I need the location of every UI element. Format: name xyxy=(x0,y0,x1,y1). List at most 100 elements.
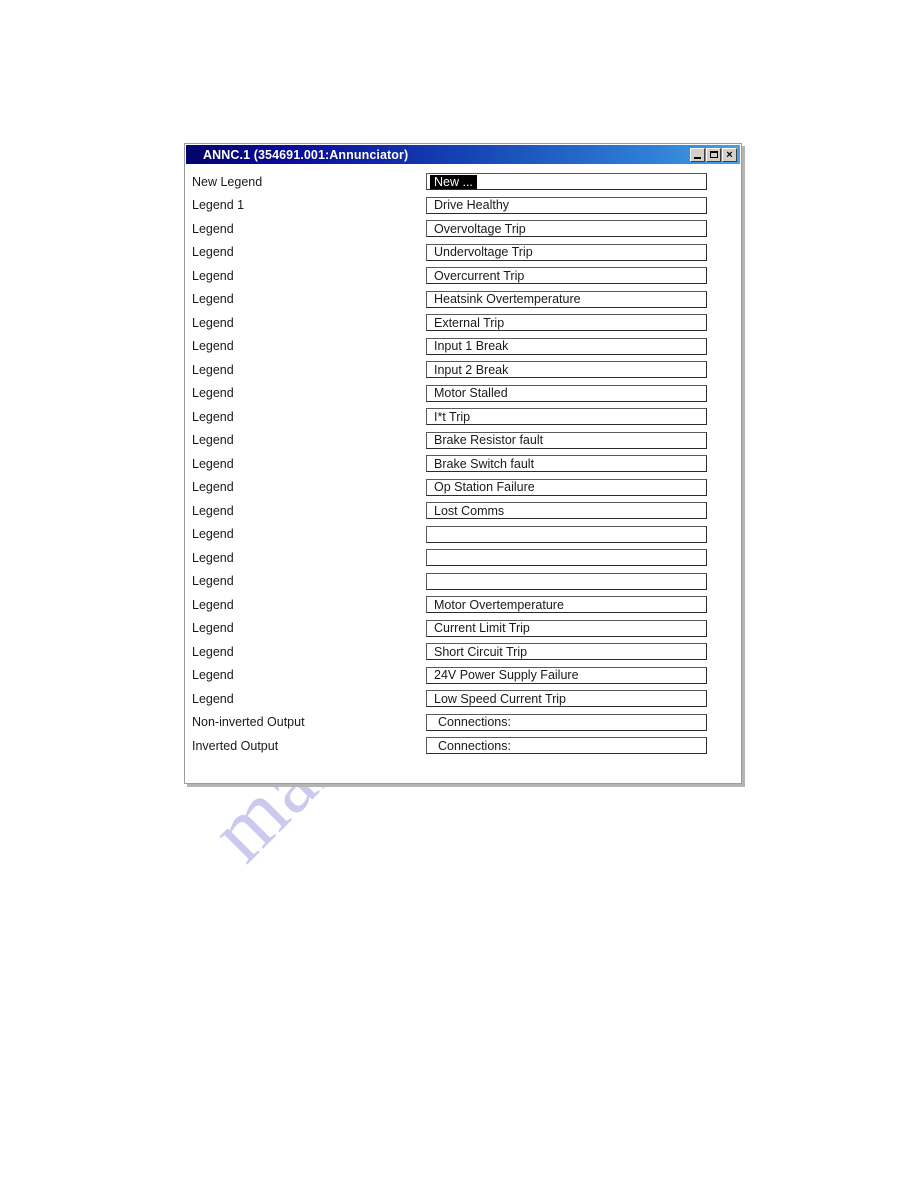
maximize-icon xyxy=(710,150,718,158)
property-row: Legend xyxy=(186,570,740,594)
close-button[interactable]: × xyxy=(722,147,737,162)
property-row: Legend Brake Switch fault xyxy=(186,452,740,476)
property-value-text: Undervoltage Trip xyxy=(434,245,533,260)
property-value-field[interactable]: Input 2 Break xyxy=(426,361,707,379)
property-label: Legend xyxy=(192,668,234,683)
property-value-field[interactable] xyxy=(426,572,707,590)
property-value-text: Op Station Failure xyxy=(434,480,535,495)
property-row: Inverted Output Connections: xyxy=(186,734,740,758)
property-label: Legend xyxy=(192,339,234,354)
property-value-field[interactable]: Undervoltage Trip xyxy=(426,243,707,261)
property-value-text: Current Limit Trip xyxy=(434,621,530,636)
property-list: New Legend New ... Legend 1 Drive Healthy Le… xyxy=(186,164,740,782)
property-label: Legend xyxy=(192,503,234,518)
property-label: Legend xyxy=(192,362,234,377)
property-label: Legend xyxy=(192,409,234,424)
property-label: Legend xyxy=(192,691,234,706)
property-value-field[interactable]: Heatsink Overtemperature xyxy=(426,290,707,308)
property-row: Legend Overcurrent Trip xyxy=(186,264,740,288)
property-label: Legend xyxy=(192,644,234,659)
property-label: Legend 1 xyxy=(192,198,245,213)
property-value-text: Low Speed Current Trip xyxy=(434,691,567,706)
property-label: Legend xyxy=(192,480,234,495)
property-row: Non-inverted Output Connections: xyxy=(186,711,740,735)
property-label: New Legend xyxy=(192,174,263,189)
property-row: Legend Overvoltage Trip xyxy=(186,217,740,241)
property-value-text: Overvoltage Trip xyxy=(434,221,526,236)
property-value-field[interactable]: Low Speed Current Trip xyxy=(426,690,707,708)
property-value-text: Connections: xyxy=(438,715,511,730)
property-value-field[interactable]: New ... xyxy=(426,173,707,191)
property-label: Inverted Output xyxy=(192,738,279,753)
property-label: Legend xyxy=(192,621,234,636)
property-value-field[interactable]: Motor Stalled xyxy=(426,384,707,402)
property-row: Legend 24V Power Supply Failure xyxy=(186,664,740,688)
property-row: Legend 1 Drive Healthy xyxy=(186,194,740,218)
property-value-field[interactable]: Drive Healthy xyxy=(426,196,707,214)
property-label: Legend xyxy=(192,221,234,236)
property-value-field[interactable] xyxy=(426,525,707,543)
property-value-field[interactable]: Short Circuit Trip xyxy=(426,643,707,661)
property-label: Legend xyxy=(192,433,234,448)
property-value-field[interactable]: Lost Comms xyxy=(426,502,707,520)
property-value-field[interactable]: Motor Overtemperature xyxy=(426,596,707,614)
property-value-field[interactable]: Overcurrent Trip xyxy=(426,267,707,285)
property-value-text: Drive Healthy xyxy=(434,198,510,213)
property-value-field[interactable]: Input 1 Break xyxy=(426,337,707,355)
property-value-field[interactable]: Overvoltage Trip xyxy=(426,220,707,238)
close-icon: × xyxy=(726,148,733,161)
property-label: Legend xyxy=(192,527,234,542)
property-row: Legend Lost Comms xyxy=(186,499,740,523)
property-value-field[interactable]: I*t Trip xyxy=(426,408,707,426)
property-value-text: Heatsink Overtemperature xyxy=(434,292,581,307)
property-value-text: External Trip xyxy=(434,315,505,330)
property-row: Legend Undervoltage Trip xyxy=(186,241,740,265)
minimize-button[interactable] xyxy=(690,147,705,162)
property-value-text: Input 2 Break xyxy=(434,362,509,377)
minimize-icon xyxy=(694,156,701,159)
property-label: Legend xyxy=(192,550,234,565)
property-value-field[interactable]: Connections: xyxy=(426,737,707,755)
property-row: Legend Short Circuit Trip xyxy=(186,640,740,664)
property-value-field[interactable]: Brake Switch fault xyxy=(426,455,707,473)
property-value-field[interactable]: Current Limit Trip xyxy=(426,619,707,637)
property-label: Legend xyxy=(192,574,234,589)
property-row: Legend Low Speed Current Trip xyxy=(186,687,740,711)
property-row: Legend Input 1 Break xyxy=(186,335,740,359)
window-title-text: ANNC.1 (354691.001:Annunciator) xyxy=(203,147,409,162)
property-row: Legend Input 2 Break xyxy=(186,358,740,382)
property-row: Legend Motor Stalled xyxy=(186,382,740,406)
property-value-text: New ... xyxy=(430,174,477,189)
property-row: Legend Brake Resistor fault xyxy=(186,429,740,453)
property-value-text: Brake Resistor fault xyxy=(434,433,544,448)
property-row: Legend Motor Overtemperature xyxy=(186,593,740,617)
property-value-text: Brake Switch fault xyxy=(434,456,535,471)
annunciator-window: ANNC.1 (354691.001:Annunciator) × New Le… xyxy=(184,143,742,784)
window-controls: × xyxy=(690,147,738,162)
property-value-field[interactable] xyxy=(426,549,707,567)
property-value-text: Connections: xyxy=(438,738,511,753)
property-value-text: Input 1 Break xyxy=(434,339,509,354)
property-value-text: 24V Power Supply Failure xyxy=(434,668,579,683)
property-value-field[interactable]: Op Station Failure xyxy=(426,478,707,496)
property-row: Legend xyxy=(186,546,740,570)
property-value-field[interactable]: Brake Resistor fault xyxy=(426,431,707,449)
property-value-text: I*t Trip xyxy=(434,409,471,424)
property-label: Legend xyxy=(192,386,234,401)
property-label: Non-inverted Output xyxy=(192,715,305,730)
property-label: Legend xyxy=(192,245,234,260)
property-value-text: Lost Comms xyxy=(434,503,505,518)
property-value-field[interactable]: 24V Power Supply Failure xyxy=(426,666,707,684)
property-row: Legend Op Station Failure xyxy=(186,476,740,500)
property-row: Legend I*t Trip xyxy=(186,405,740,429)
property-value-text: Overcurrent Trip xyxy=(434,268,525,283)
maximize-button[interactable] xyxy=(706,147,721,162)
property-row: Legend Current Limit Trip xyxy=(186,617,740,641)
property-label: Legend xyxy=(192,268,234,283)
property-value-field[interactable]: External Trip xyxy=(426,314,707,332)
property-value-text: Motor Overtemperature xyxy=(434,597,564,612)
property-value-field[interactable]: Connections: xyxy=(426,713,707,731)
property-label: Legend xyxy=(192,597,234,612)
window-title-bar[interactable]: ANNC.1 (354691.001:Annunciator) × xyxy=(186,145,740,164)
property-row: Legend xyxy=(186,523,740,547)
